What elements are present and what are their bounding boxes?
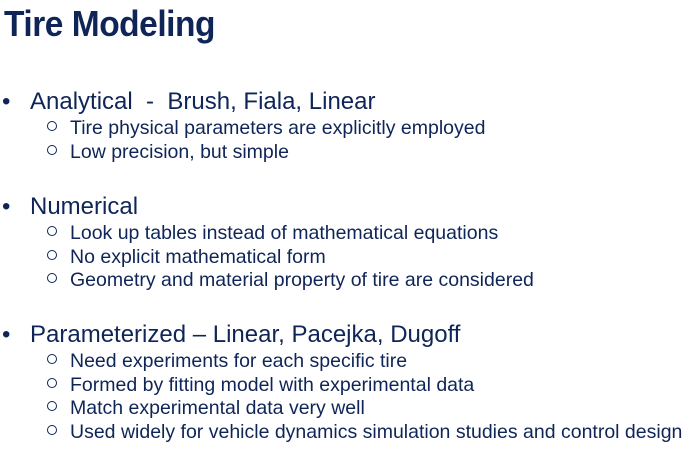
hollow-circle-icon — [47, 144, 57, 155]
sub-item-text: Geometry and material property of tire a… — [70, 269, 534, 291]
hollow-circle-icon — [47, 377, 57, 388]
bullet-dot-icon: • — [2, 321, 11, 348]
page-title: Tire Modeling — [4, 3, 215, 44]
hollow-circle-icon — [47, 401, 57, 411]
bullet-heading: Analytical - Brush, Fiala, Linear — [30, 88, 376, 115]
hollow-circle-icon — [47, 354, 57, 364]
sub-item-text: Need experiments for each specific tire — [70, 350, 408, 372]
hollow-circle-icon — [47, 249, 57, 260]
hollow-circle-icon — [47, 424, 57, 435]
sub-item-text: Match experimental data very well — [70, 397, 365, 419]
sub-item-text: Look up tables instead of mathematical e… — [70, 222, 499, 244]
hollow-circle-icon — [47, 273, 57, 283]
sub-item-text: No explicit mathematical form — [70, 245, 326, 268]
sub-item-text: Tire physical parameters are explicitly … — [70, 117, 486, 139]
hollow-circle-icon — [47, 121, 57, 131]
bullet-dot-icon: • — [2, 193, 11, 220]
hollow-circle-icon — [47, 226, 57, 236]
sub-item-text: Formed by fitting model with experimenta… — [70, 373, 475, 396]
bullet-dot-icon: • — [2, 88, 11, 115]
sub-item-text: Used widely for vehicle dynamics simulat… — [70, 420, 683, 443]
sub-item-text: Low precision, but simple — [70, 140, 289, 163]
bullet-heading: Numerical — [30, 193, 139, 220]
bullet-heading: Parameterized – Linear, Pacejka, Dugoff — [30, 321, 461, 348]
